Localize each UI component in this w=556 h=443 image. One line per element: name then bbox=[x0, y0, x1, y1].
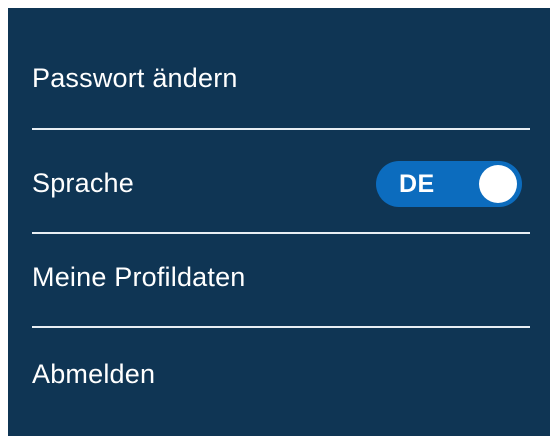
language-label: Sprache bbox=[32, 167, 134, 198]
my-profile-label: Meine Profildaten bbox=[32, 261, 246, 292]
change-password-item[interactable]: Passwort ändern bbox=[32, 48, 526, 108]
divider bbox=[32, 232, 530, 234]
language-toggle[interactable]: DE bbox=[376, 161, 522, 207]
logout-item[interactable]: Abmelden bbox=[32, 344, 526, 404]
toggle-knob bbox=[479, 165, 517, 203]
language-item: Sprache DE bbox=[32, 153, 526, 213]
divider bbox=[32, 326, 530, 328]
change-password-label: Passwort ändern bbox=[32, 62, 238, 93]
logout-label: Abmelden bbox=[32, 358, 156, 389]
language-toggle-value: DE bbox=[399, 169, 435, 198]
my-profile-item[interactable]: Meine Profildaten bbox=[32, 247, 526, 307]
divider bbox=[32, 128, 530, 130]
account-menu: Passwort ändern Sprache DE Meine Profild… bbox=[8, 8, 550, 436]
